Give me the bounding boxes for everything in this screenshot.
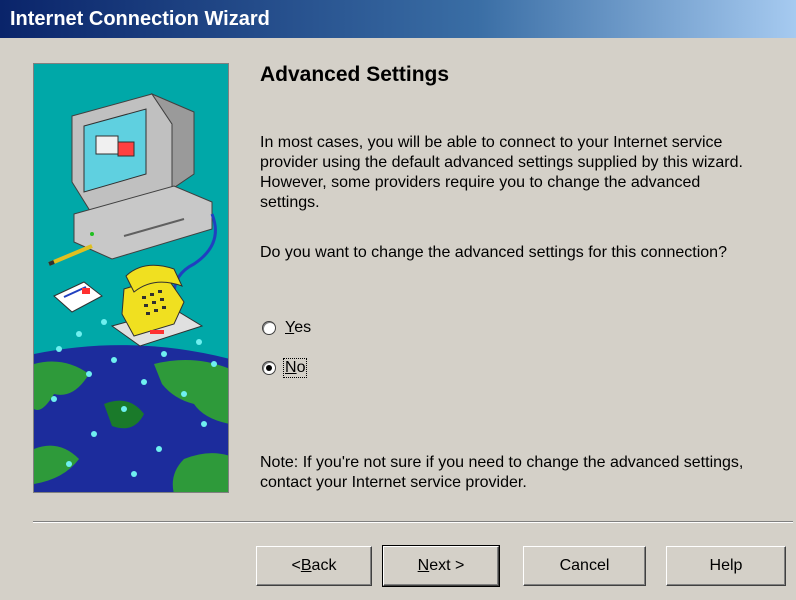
radio-yes-label[interactable]: Yes [284,319,312,337]
back-button-suffix: ack [311,557,337,574]
back-button[interactable]: < Back [256,546,372,586]
radio-no-suffix: o [296,359,306,376]
intro-text: In most cases, you will be able to conne… [260,134,743,211]
computer-icon [71,92,213,260]
globe-icon [34,345,228,492]
back-button-mnemonic: B [300,557,312,574]
page-heading: Advanced Settings [260,63,450,86]
window-title: Internet Connection Wizard [10,8,270,30]
note-text: Note: If you're not sure if you need to … [260,454,744,491]
wizard-illustration [33,63,229,493]
radio-yes-suffix: es [294,319,312,336]
title-bar[interactable]: Internet Connection Wizard [0,0,796,38]
radio-yes-button[interactable] [262,321,276,335]
next-button[interactable]: Next > [382,545,500,587]
radio-yes-mnemonic: Y [285,319,295,336]
next-button-mnemonic: N [417,557,430,574]
cancel-button[interactable]: Cancel [523,546,646,586]
radio-yes[interactable]: Yes [262,316,312,340]
radio-no-label[interactable]: No [282,358,308,378]
button-separator [33,521,793,523]
question-text: Do you want to change the advanced setti… [260,244,727,261]
radio-no[interactable]: No [262,356,308,380]
back-button-prefix: < [291,557,301,574]
illustration-graphic [34,64,228,492]
help-button[interactable]: Help [666,546,786,586]
radio-selected-dot [266,365,272,371]
radio-no-mnemonic: N [285,359,297,376]
next-button-suffix: ext > [429,557,465,574]
radio-no-button[interactable] [262,361,276,375]
wizard-window: Internet Connection Wizard Advanced Sett… [0,0,796,600]
